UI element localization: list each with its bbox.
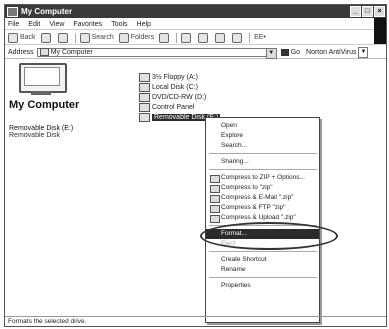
close-button[interactable]: × — [374, 6, 385, 17]
menu-item-search[interactable]: Search... — [206, 141, 319, 151]
my-computer-icon — [15, 63, 75, 97]
menu-item-compress-email[interactable]: Compress & E-Mail ".zip" — [206, 193, 319, 203]
context-menu: Open Explore Search... Sharing... Compre… — [205, 117, 320, 323]
up-button[interactable] — [57, 32, 70, 43]
status-bar: Formats the selected drive. — [5, 316, 386, 326]
address-field[interactable]: My Computer ▼ — [36, 47, 277, 59]
winzip-icon — [210, 215, 220, 223]
menu-edit[interactable]: Edit — [28, 21, 40, 28]
menu-item-explore[interactable]: Explore — [206, 131, 319, 141]
control-panel-icon — [139, 102, 150, 112]
history-button[interactable] — [159, 32, 171, 43]
computer-icon — [39, 48, 49, 56]
left-pane: My Computer Removable Disk (E:) Removabl… — [9, 63, 129, 139]
menu-divider — [209, 169, 317, 170]
menu-tools[interactable]: Tools — [111, 21, 127, 28]
drive-item-local-disk[interactable]: Local Disk (C:) — [139, 82, 220, 92]
toolbar-divider — [176, 32, 178, 43]
menu-item-compress-zip-options[interactable]: Compress to ZIP + Options... — [206, 173, 319, 183]
folders-button[interactable]: Folders — [118, 32, 154, 43]
selected-item-type: Removable Disk — [9, 132, 60, 139]
copy-to-button[interactable] — [198, 32, 210, 43]
menu-item-compress-zip[interactable]: Compress to "zip" — [206, 183, 319, 193]
menu-bar: File Edit View Favorites Tools Help — [5, 18, 386, 44]
menu-divider — [209, 277, 317, 278]
maximize-button[interactable]: □ — [362, 6, 373, 17]
winzip-icon — [210, 205, 220, 213]
back-button[interactable]: Back — [8, 32, 36, 43]
folders-icon — [118, 32, 129, 43]
norton-antivirus-button[interactable]: Norton AntiVirus — [306, 49, 356, 56]
drive-item-cd[interactable]: DVD/CD-RW (D:) — [139, 92, 220, 102]
toolbar-divider — [249, 32, 251, 43]
menu-view[interactable]: View — [49, 21, 64, 28]
move-to-button[interactable] — [181, 32, 193, 43]
selected-item-name: Removable Disk (E:) — [9, 125, 74, 132]
delete-button[interactable] — [215, 32, 227, 43]
cd-drive-icon — [139, 92, 150, 102]
window-title: My Computer — [21, 7, 73, 16]
menu-item-sharing[interactable]: Sharing... — [206, 157, 319, 167]
menu-divider — [209, 251, 317, 252]
hard-disk-icon — [139, 82, 150, 92]
computer-icon — [7, 6, 18, 17]
floppy-icon — [139, 72, 150, 82]
delete-icon — [215, 32, 226, 43]
winzip-icon — [210, 185, 220, 193]
title-bar[interactable]: My Computer _ □ × — [5, 5, 386, 18]
search-icon — [79, 32, 90, 43]
move-to-icon — [181, 32, 192, 43]
minimize-button[interactable]: _ — [350, 6, 361, 17]
drive-item-control-panel[interactable]: Control Panel — [139, 102, 220, 112]
status-text: Formats the selected drive. — [8, 318, 87, 325]
history-icon — [159, 32, 170, 43]
menu-favorites[interactable]: Favorites — [73, 21, 102, 28]
undo-icon — [232, 32, 243, 43]
address-value: My Computer — [50, 48, 93, 56]
menu-item-open[interactable]: Open — [206, 121, 319, 131]
drive-item-floppy[interactable]: 3½ Floppy (A:) — [139, 72, 220, 82]
go-arrow-icon — [280, 48, 289, 56]
explorer-window: My Computer _ □ × File Edit View Favorit… — [4, 4, 387, 327]
menu-item-properties[interactable]: Properties — [206, 281, 319, 291]
forward-button[interactable] — [40, 32, 53, 43]
norton-dropdown-button[interactable]: ▼ — [358, 46, 369, 58]
pane-title: My Computer — [9, 99, 80, 111]
copy-to-icon — [198, 32, 209, 43]
toolbar-divider — [74, 32, 76, 43]
menu-item-compress-ftp[interactable]: Compress & FTP "zip" — [206, 203, 319, 213]
address-dropdown-button[interactable]: ▼ — [265, 47, 277, 59]
address-bar: Address My Computer ▼ Go Norton AntiViru… — [5, 46, 386, 59]
menu-divider — [209, 153, 317, 154]
menu-help[interactable]: Help — [137, 21, 151, 28]
winzip-icon — [210, 175, 220, 183]
address-label: Address — [8, 48, 34, 56]
menu-item-rename[interactable]: Rename — [206, 265, 319, 275]
folder-up-icon — [57, 32, 68, 43]
undo-button[interactable] — [232, 32, 244, 43]
views-button[interactable]: EE• — [254, 34, 266, 41]
menu-file[interactable]: File — [8, 21, 19, 28]
removable-disk-icon — [139, 112, 150, 122]
search-button[interactable]: Search — [79, 32, 114, 43]
drive-list: 3½ Floppy (A:) Local Disk (C:) DVD/CD-RW… — [139, 72, 221, 122]
winzip-icon — [210, 195, 220, 203]
go-button[interactable]: Go — [280, 48, 300, 56]
menu-item-create-shortcut[interactable]: Create Shortcut — [206, 255, 319, 265]
toolbar: Back Search Folders EE• — [5, 31, 386, 45]
forward-arrow-icon — [40, 32, 51, 43]
highlight-ellipse — [200, 222, 338, 250]
back-arrow-icon — [8, 32, 18, 43]
